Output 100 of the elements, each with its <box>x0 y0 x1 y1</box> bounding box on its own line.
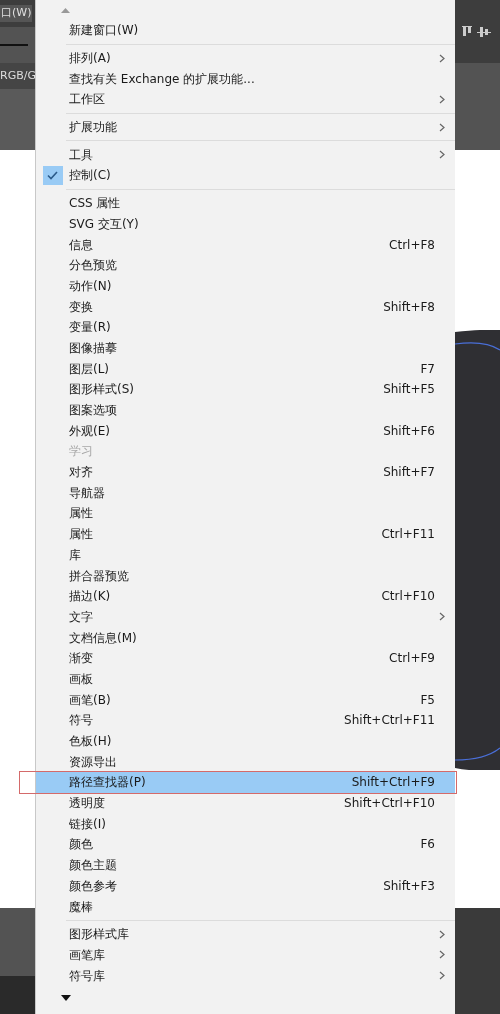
menu-item-label: 对齐 <box>69 464 93 482</box>
menu-item-label: 透明度 <box>69 795 105 813</box>
menu-item[interactable]: 文档信息(M) <box>36 627 455 648</box>
menu-item-label: 符号库 <box>69 967 105 985</box>
menu-item-label: 变量(R) <box>69 319 111 337</box>
menu-item-label: 控制(C) <box>69 167 111 185</box>
menu-item-label: 画板 <box>69 670 93 688</box>
menu-item[interactable]: 图形样式(S) Shift+F5 <box>36 379 455 400</box>
shortcut-label: Shift+F7 <box>383 464 436 482</box>
menu-item-label: 图层(L) <box>69 360 110 378</box>
menu-item-label: 图形样式(S) <box>69 381 134 399</box>
menu-item-label: 图像描摹 <box>69 339 117 357</box>
menu-item[interactable]: 颜色参考 Shift+F3 <box>36 875 455 897</box>
menu-item[interactable]: 文字 <box>36 606 455 628</box>
menu-item[interactable]: 变换 Shift+F8 <box>36 296 455 317</box>
menu-item-label: CSS 属性 <box>69 195 121 213</box>
menu-item[interactable]: 工作区 <box>36 89 455 110</box>
shortcut-label: Ctrl+F9 <box>389 650 436 668</box>
menu-item[interactable]: 变量(R) <box>36 316 455 338</box>
menu-item-label: 工具 <box>69 146 93 164</box>
chevron-right-icon <box>439 950 445 960</box>
menu-item[interactable]: 颜色主题 <box>36 854 455 876</box>
shortcut-label: Shift+Ctrl+F11 <box>344 712 436 730</box>
menu-item-label: 魔棒 <box>69 898 93 916</box>
menu-item[interactable]: 描边(K) Ctrl+F10 <box>36 585 455 607</box>
menu-item[interactable]: 扩展功能 <box>36 116 455 138</box>
menu-item[interactable]: CSS 属性 <box>36 192 455 214</box>
align-icon <box>461 25 473 38</box>
chevron-right-icon <box>439 94 445 104</box>
menu-item[interactable]: 属性 Ctrl+F11 <box>36 523 455 545</box>
menu-item-label: 库 <box>69 546 81 564</box>
menu-item[interactable]: 色板(H) <box>36 730 455 752</box>
menu-item[interactable]: 动作(N) <box>36 275 455 297</box>
menu-item[interactable]: 画笔库 <box>36 944 455 966</box>
menu-item[interactable]: 画笔(B) F5 <box>36 689 455 710</box>
menu-item[interactable]: 图形样式库 <box>36 923 455 945</box>
menu-item-label: 画笔(B) <box>69 691 111 709</box>
shortcut-label: F6 <box>420 836 436 854</box>
shortcut-label: Shift+F6 <box>383 422 436 440</box>
color-mode-label: RGB/G <box>0 67 36 84</box>
menu-item[interactable]: 图案选项 <box>36 399 455 421</box>
menu-item[interactable]: 信息 Ctrl+F8 <box>36 234 455 255</box>
menubar-item[interactable]: 口(W) <box>0 5 33 22</box>
menu-item[interactable]: 导航器 <box>36 482 455 504</box>
menu-item-label: 颜色参考 <box>69 877 117 895</box>
menu-item-label: 扩展功能 <box>69 119 117 137</box>
shortcut-label: Shift+F8 <box>383 298 436 316</box>
menu-item-label: 文档信息(M) <box>69 629 137 647</box>
menu-item[interactable]: 对齐 Shift+F7 <box>36 461 455 483</box>
menu-item[interactable]: 属性 <box>36 503 455 524</box>
scroll-up-icon[interactable] <box>61 7 70 13</box>
menu-item[interactable]: 符号库 <box>36 965 455 986</box>
menu-item-label: 信息 <box>69 236 93 254</box>
stroke-preview <box>0 44 28 46</box>
menu-item[interactable]: 外观(E) Shift+F6 <box>36 420 455 442</box>
menu-item[interactable]: SVG 交互(Y) <box>36 213 455 235</box>
menu-item-label: 学习 <box>69 443 93 461</box>
chevron-right-icon <box>439 53 445 63</box>
menu-item[interactable]: 画板 <box>36 668 455 690</box>
menu-item[interactable]: 图层(L) F7 <box>36 358 455 379</box>
menu-item[interactable]: 拼合器预览 <box>36 565 455 586</box>
menu-item[interactable]: 查找有关 Exchange 的扩展功能... <box>36 68 455 90</box>
menu-item-label: 新建窗口(W) <box>69 22 139 40</box>
menu-item-label: SVG 交互(Y) <box>69 215 139 233</box>
align-icon <box>477 25 491 38</box>
menu-item[interactable]: 资源导出 <box>36 751 455 773</box>
shortcut-label: Ctrl+F11 <box>381 526 436 544</box>
chevron-right-icon <box>439 612 445 622</box>
menu-item[interactable]: 魔棒 <box>36 896 455 917</box>
menu-item-label: 渐变 <box>69 650 93 668</box>
menu-item-label: 导航器 <box>69 484 105 502</box>
menu-item[interactable]: 渐变 Ctrl+F9 <box>36 647 455 669</box>
shortcut-label: Ctrl+F10 <box>381 588 436 606</box>
menu-item-label: 资源导出 <box>69 753 117 771</box>
menu-item[interactable]: 链接(I) <box>36 813 455 835</box>
menu-item[interactable]: 颜色 F6 <box>36 834 455 855</box>
scroll-down-icon[interactable] <box>61 994 71 1001</box>
menu-item[interactable]: 新建窗口(W) <box>36 20 455 41</box>
menu-item-label: 属性 <box>69 526 93 544</box>
taskbar <box>0 976 35 1014</box>
shortcut-label: F7 <box>420 360 436 378</box>
menu-item[interactable]: 库 <box>36 544 455 566</box>
menu-item-label: 描边(K) <box>69 588 111 606</box>
menu-item[interactable]: 排列(A) <box>36 47 455 69</box>
menu-item[interactable]: 透明度 Shift+Ctrl+F10 <box>36 792 455 814</box>
menu-item-label: 变换 <box>69 298 93 316</box>
menu-item[interactable]: 符号 Shift+Ctrl+F11 <box>36 710 455 731</box>
menu-item[interactable]: 工具 <box>36 144 455 166</box>
chevron-right-icon <box>439 929 445 939</box>
menu-item[interactable]: 路径查找器(P) Shift+Ctrl+F9 <box>36 772 455 793</box>
shortcut-label: Ctrl+F8 <box>389 236 436 254</box>
shortcut-label: Shift+F5 <box>383 381 436 399</box>
shortcut-label: F5 <box>420 691 436 709</box>
chevron-right-icon <box>439 971 445 981</box>
menu-item-label: 图案选项 <box>69 402 117 420</box>
shortcut-label: Shift+Ctrl+F9 <box>351 774 436 792</box>
menu-item-label: 外观(E) <box>69 422 110 440</box>
menu-item[interactable]: 控制(C) <box>36 165 455 186</box>
menu-item[interactable]: 图像描摹 <box>36 337 455 359</box>
menu-item[interactable]: 分色预览 <box>36 254 455 276</box>
